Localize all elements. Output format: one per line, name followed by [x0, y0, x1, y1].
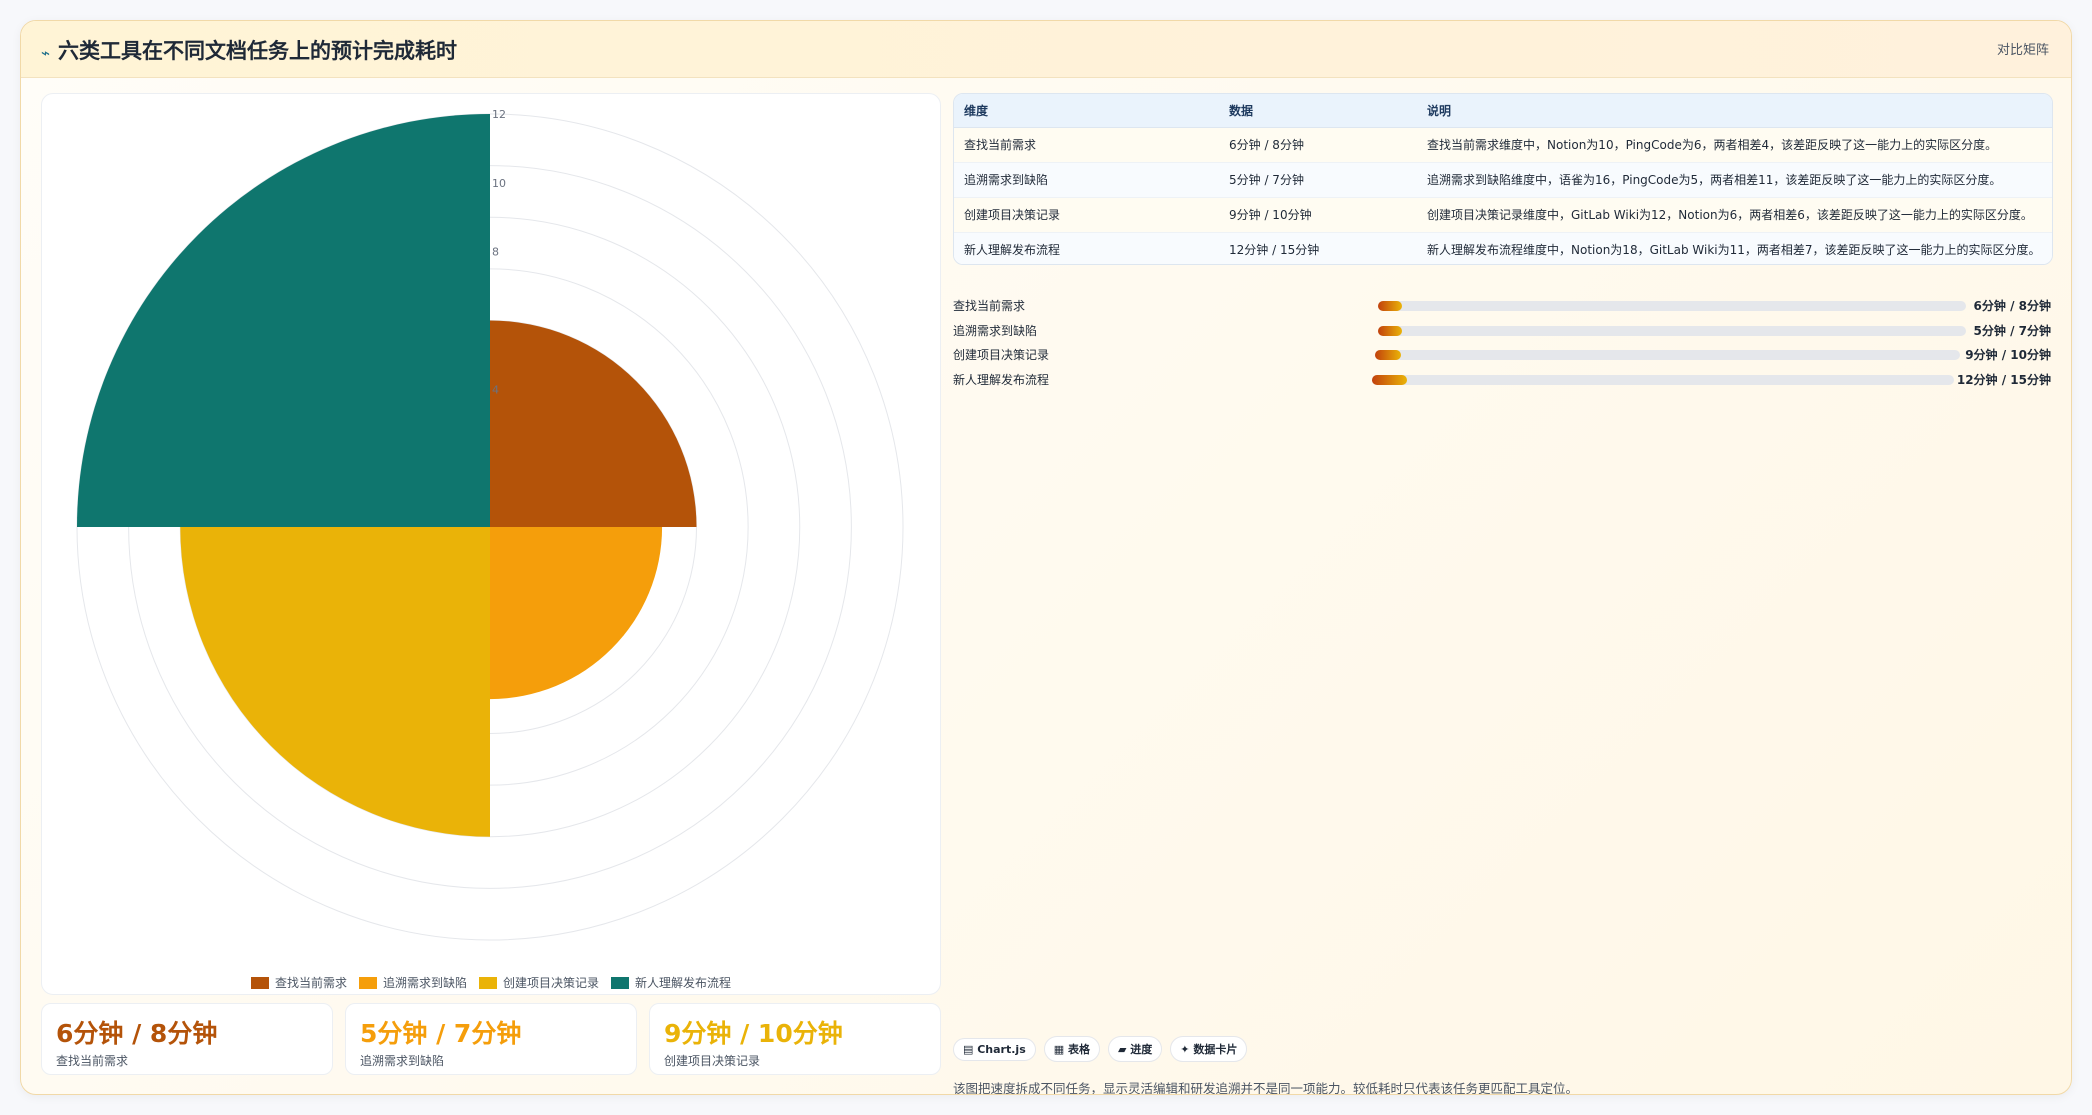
chart-icon: ▤ — [963, 1043, 978, 1056]
legend-item-3[interactable]: 创建项目决策记录 — [479, 974, 599, 991]
tag-chart[interactable]: ▤ Chart.js — [953, 1038, 1036, 1061]
kpi-value: 6分钟 / 8分钟 — [56, 1019, 218, 1048]
legend-label: 新人理解发布流程 — [635, 976, 732, 990]
tag-progress[interactable]: ▰ 进度 — [1107, 1036, 1163, 1062]
cell-description: 新人理解发布流程维度中，Notion为18，GitLab Wiki为11，两者相… — [1417, 232, 2052, 264]
progress-label: 追溯需求到缺陷 — [953, 323, 1038, 338]
kpi-value: 9分钟 / 10分钟 — [664, 1019, 843, 1048]
cell-description: 查找当前需求维度中，Notion为10，PingCode为6，两者相差4，该差距… — [1417, 127, 2052, 163]
card-header: ⌁ 六类工具在不同文档任务上的预计完成耗时 对比矩阵 — [21, 21, 2071, 78]
progress-track — [1372, 374, 1954, 385]
legend-label: 查找当前需求 — [274, 976, 347, 990]
progress-row: 创建项目决策记录 9分钟 / 10分钟 — [953, 342, 2051, 367]
kpi-card: 5分钟 / 7分钟追溯需求到缺陷 — [345, 1003, 637, 1075]
radial-tick-label: 8 — [492, 246, 499, 259]
col-header-dimension: 维度 — [954, 94, 1219, 128]
col-header-description: 说明 — [1417, 94, 2052, 128]
progress-track — [1378, 325, 1966, 336]
progress-label: 新人理解发布流程 — [953, 372, 1050, 387]
polar-segment-1[interactable] — [490, 320, 697, 528]
progress-row: 追溯需求到缺陷 5分钟 / 7分钟 — [953, 318, 2051, 343]
progress-label: 创建项目决策记录 — [953, 348, 1050, 362]
tag-label: 进度 — [1130, 1043, 1153, 1056]
progress-value: 5分钟 / 7分钟 — [1973, 323, 2051, 338]
legend-swatch — [250, 977, 269, 989]
polar-segment-3[interactable] — [180, 527, 490, 837]
radial-tick-label: 4 — [492, 383, 499, 396]
progress-track — [1378, 301, 1966, 311]
chart-icon: ⌁ — [41, 44, 51, 62]
cell-data: 5分钟 / 7分钟 — [1219, 162, 1417, 198]
table-icon: ▦ — [1053, 1043, 1068, 1056]
kpi-label: 创建项目决策记录 — [664, 1054, 761, 1068]
polar-chart-panel: 4 8 10 12 查找当前需求 追溯需求到缺陷 创建项目决策记录 新人理解发布流程 — [41, 93, 941, 995]
cell-dimension: 查找当前需求 — [954, 127, 1219, 163]
page-title: ⌁ 六类工具在不同文档任务上的预计完成耗时 — [41, 35, 457, 65]
polar-area-chart: 4 8 10 12 — [76, 108, 904, 941]
legend-item-2[interactable]: 追溯需求到缺陷 — [358, 974, 467, 991]
radial-tick-label: 12 — [492, 108, 506, 121]
cell-data: 6分钟 / 8分钟 — [1219, 127, 1417, 163]
kpi-card: 6分钟 / 8分钟查找当前需求 — [41, 1003, 333, 1075]
tag-table[interactable]: ▦ 表格 — [1043, 1036, 1100, 1062]
radial-tick-label: 10 — [492, 177, 506, 190]
legend-swatch — [358, 977, 377, 989]
chart-note: 该图把速度拆成不同任务，显示灵活编辑和研发追溯并不是同一项能力。较低耗时只代表该… — [953, 1081, 1579, 1095]
progress-value: 6分钟 / 8分钟 — [1973, 299, 2051, 313]
progress-fill — [1372, 374, 1407, 385]
tech-tags: ▤ Chart.js ▦ 表格 ▰ 进度 ✦ 数据卡片 — [953, 1036, 1255, 1064]
progress-fill — [1378, 301, 1402, 311]
kpi-card: 9分钟 / 10分钟创建项目决策记录 — [649, 1003, 941, 1075]
cell-description: 追溯需求到缺陷维度中，语雀为16，PingCode为5，两者相差11，该差距反映… — [1417, 162, 2052, 198]
tag-label: 表格 — [1067, 1043, 1090, 1056]
progress-fill — [1375, 350, 1402, 360]
cell-data: 12分钟 / 15分钟 — [1219, 232, 1417, 264]
kpi-value: 5分钟 / 7分钟 — [360, 1019, 522, 1048]
tag-label: 数据卡片 — [1193, 1043, 1238, 1056]
progress-icon: ▰ — [1117, 1043, 1131, 1056]
legend-item-4[interactable]: 新人理解发布流程 — [611, 974, 731, 991]
legend-label: 追溯需求到缺陷 — [382, 976, 467, 990]
progress-value: 12分钟 / 15分钟 — [1956, 372, 2051, 387]
polar-segment-4[interactable] — [77, 114, 490, 527]
cell-dimension: 追溯需求到缺陷 — [954, 162, 1219, 198]
progress-track — [1375, 350, 1960, 360]
tag-label: Chart.js — [977, 1043, 1026, 1056]
chart-legend: 查找当前需求 追溯需求到缺陷 创建项目决策记录 新人理解发布流程 — [42, 974, 940, 991]
progress-list: 查找当前需求 6分钟 / 8分钟追溯需求到缺陷 5分钟 / 7分钟创建项目决策记录 9… — [953, 293, 2051, 391]
cell-dimension: 创建项目决策记录 — [954, 197, 1219, 233]
col-header-data: 数据 — [1219, 94, 1417, 128]
table-row: 新人理解发布流程 12分钟 / 15分钟 新人理解发布流程维度中，Notion为18… — [954, 232, 2052, 264]
kpi-label: 查找当前需求 — [56, 1054, 129, 1068]
kpi-cards: 6分钟 / 8分钟 查找当前需求 5分钟 / 7分钟 追溯需求到缺陷 9分钟 / 10分… — [41, 1003, 941, 1075]
table-row: 查找当前需求 6分钟 / 8分钟 查找当前需求维度中，Notion为10，PingC… — [954, 127, 2052, 163]
progress-row: 查找当前需求 6分钟 / 8分钟 — [953, 293, 2051, 318]
progress-label: 查找当前需求 — [953, 299, 1026, 313]
table-row: 追溯需求到缺陷 5分钟 / 7分钟 追溯需求到缺陷维度中，语雀为16，PingCod… — [954, 162, 2052, 198]
progress-value: 9分钟 / 10分钟 — [1965, 348, 2051, 362]
progress-row: 新人理解发布流程 12分钟 / 15分钟 — [953, 367, 2051, 392]
table-row: 创建项目决策记录 9分钟 / 10分钟 创建项目决策记录维度中，GitLab Wik… — [954, 197, 2052, 233]
matrix-badge[interactable]: 对比矩阵 — [1997, 39, 2049, 58]
tag-card[interactable]: ✦ 数据卡片 — [1170, 1036, 1248, 1062]
legend-label: 创建项目决策记录 — [503, 976, 600, 990]
kpi-label: 追溯需求到缺陷 — [360, 1054, 445, 1068]
title-text: 六类工具在不同文档任务上的预计完成耗时 — [58, 39, 458, 63]
legend-swatch — [479, 977, 497, 989]
table-header-row: 维度 数据 说明 — [954, 94, 2052, 128]
cell-description: 创建项目决策记录维度中，GitLab Wiki为12，Notion为6，两者相差… — [1417, 197, 2052, 233]
progress-fill — [1378, 325, 1402, 336]
data-table: 维度 数据 说明 查找当前需求 6分钟 / 8分钟 查找当前需求维度中，Notion… — [953, 93, 2053, 265]
cell-dimension: 新人理解发布流程 — [954, 232, 1219, 264]
legend-swatch — [611, 977, 630, 989]
cell-data: 9分钟 / 10分钟 — [1219, 197, 1417, 233]
legend-item-1[interactable]: 查找当前需求 — [250, 974, 347, 991]
dashboard-card: ⌁ 六类工具在不同文档任务上的预计完成耗时 对比矩阵 4 8 10 12 查找当前需求追… — [20, 20, 2072, 1095]
card-icon: ✦ — [1180, 1043, 1194, 1056]
